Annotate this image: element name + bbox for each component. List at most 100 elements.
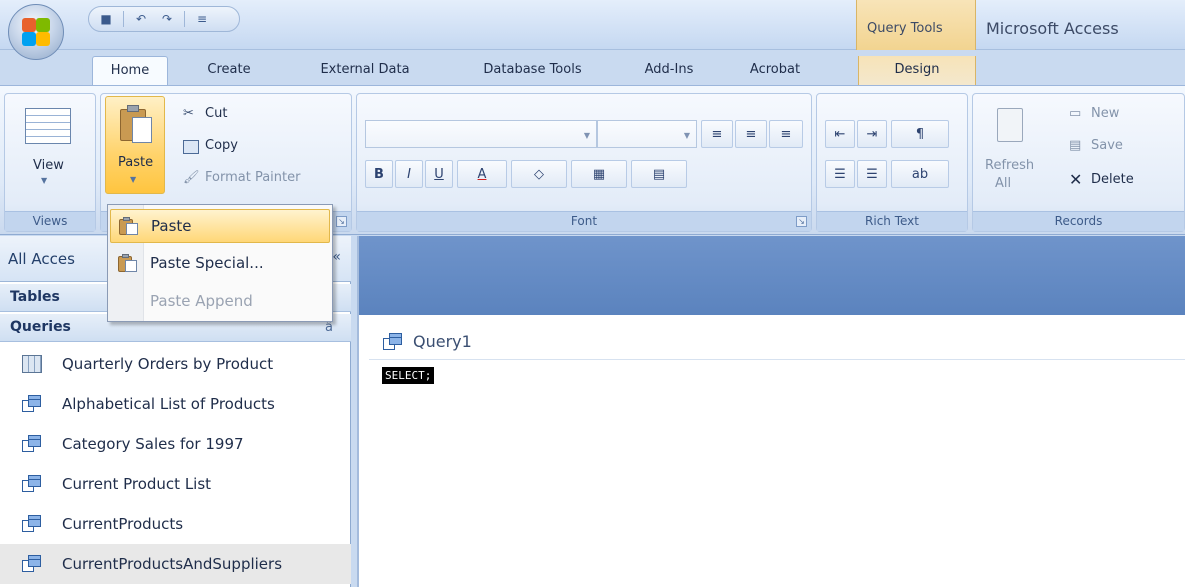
tab-acrobat[interactable]: Acrobat [725, 56, 825, 85]
list-item[interactable]: Quarterly Orders by Product [0, 344, 351, 384]
select-query-icon [22, 515, 42, 533]
rich-text-group: ⇤ ⇥ ¶ ☰ ☰ ab Rich Text [816, 93, 968, 232]
delete-button[interactable]: Delete [1091, 172, 1134, 187]
crosstab-query-icon [22, 355, 42, 373]
cut-button[interactable]: Cut [205, 106, 227, 121]
select-query-icon [22, 395, 42, 413]
font-color-button[interactable]: A [457, 160, 507, 188]
tab-external-data[interactable]: External Data [293, 56, 437, 85]
menu-item-label: Paste Append [150, 292, 253, 310]
select-query-icon [383, 333, 403, 351]
sql-editor-text[interactable]: SELECT; [382, 367, 435, 384]
gridlines-icon[interactable]: ▦ [571, 160, 627, 188]
fill-color-icon[interactable]: ◇ [511, 160, 567, 188]
records-group-label: Records [973, 211, 1184, 231]
rich-text-group-label: Rich Text [817, 211, 967, 231]
new-record-button[interactable]: New [1091, 106, 1119, 121]
list-item[interactable]: Category Sales for 1997 [0, 424, 351, 464]
list-item-selected[interactable]: CurrentProductsAndSuppliers [0, 544, 351, 584]
views-group: View ▼ Views [4, 93, 96, 232]
font-size-combo[interactable]: ▼ [597, 120, 697, 148]
query-document-tab[interactable]: Query1 [369, 322, 1185, 360]
bullets-icon[interactable]: ☰ [857, 160, 887, 188]
document-tab-label: Query1 [413, 332, 472, 351]
select-query-icon [22, 435, 42, 453]
list-item[interactable]: Alphabetical List of Products [0, 384, 351, 424]
refresh-all-sublabel: All [995, 176, 1012, 191]
menu-item-paste[interactable]: Paste [110, 209, 330, 243]
tab-design[interactable]: Design [858, 56, 976, 85]
refresh-all-button[interactable]: Refresh [985, 158, 1034, 173]
list-item[interactable]: CurrentProducts [0, 504, 351, 544]
shutter-bar-close-icon[interactable]: « [332, 249, 341, 265]
quick-access-toolbar: ■ ↶ ↷ ≡ [88, 6, 240, 32]
view-button[interactable]: View [33, 158, 64, 173]
bold-button[interactable]: B [365, 160, 393, 188]
list-item[interactable]: Current Product List [0, 464, 351, 504]
tab-home[interactable]: Home [92, 56, 168, 85]
decrease-indent-icon[interactable]: ⇤ [825, 120, 855, 148]
separator [123, 11, 124, 27]
nav-section-label: Queries [10, 319, 71, 335]
context-tab-group: Query Tools [856, 0, 976, 50]
format-painter-button[interactable]: Format Painter [205, 170, 300, 185]
office-button[interactable] [8, 4, 64, 60]
highlight-icon[interactable]: ab [891, 160, 949, 188]
numbering-icon[interactable]: ☰ [825, 160, 855, 188]
views-group-label: Views [5, 211, 95, 231]
chevron-down-icon: ▼ [683, 131, 690, 140]
align-right-icon[interactable]: ≡ [769, 120, 803, 148]
underline-button[interactable]: U [425, 160, 453, 188]
clipboard-dialog-launcher-icon[interactable]: ↘ [336, 216, 347, 227]
separator [184, 11, 185, 27]
menu-item-paste-special[interactable]: Paste Special... [110, 247, 330, 281]
copy-button[interactable]: Copy [205, 138, 238, 153]
font-name-combo[interactable]: ▼ [365, 120, 597, 148]
list-item-label: Alphabetical List of Products [62, 395, 275, 413]
tab-database-tools[interactable]: Database Tools [455, 56, 610, 85]
increase-indent-icon[interactable]: ⇥ [857, 120, 887, 148]
alternate-fill-icon[interactable]: ▤ [631, 160, 687, 188]
menu-item-label: Paste [151, 217, 192, 235]
document-area-header [359, 236, 1185, 315]
list-item-label: Quarterly Orders by Product [62, 355, 274, 373]
records-group: Refresh All ▭ New ▤ Save ✕ Delete Record… [972, 93, 1185, 232]
list-item-label: Category Sales for 1997 [62, 435, 244, 453]
tab-create[interactable]: Create [186, 56, 272, 85]
select-query-icon [22, 475, 42, 493]
cut-icon: ✂ [183, 106, 194, 121]
menu-item-paste-append[interactable]: Paste Append [110, 285, 330, 319]
nav-section-label: Tables [10, 289, 60, 305]
font-dialog-launcher-icon[interactable]: ↘ [796, 216, 807, 227]
list-item-label: CurrentProducts [62, 515, 184, 533]
redo-icon[interactable]: ↷ [158, 10, 176, 28]
paste-dropdown-arrow-icon[interactable]: ▼ [130, 175, 136, 184]
customize-icon[interactable]: ≡ [193, 10, 211, 28]
format-painter-icon: 🖌 [183, 170, 200, 185]
tab-add-ins[interactable]: Add-Ins [625, 56, 713, 85]
text-direction-icon[interactable]: ¶ [891, 120, 949, 148]
context-tab-group-label: Query Tools [867, 21, 943, 36]
italic-button[interactable]: I [395, 160, 423, 188]
paste-special-icon [118, 254, 138, 272]
align-left-icon[interactable]: ≡ [701, 120, 733, 148]
menu-item-label: Paste Special... [150, 254, 264, 272]
save-record-icon: ▤ [1069, 138, 1082, 153]
delete-icon: ✕ [1069, 170, 1083, 189]
font-group: ▼ ▼ ≡ ≡ ≡ B I U A ◇ ▦ ▤ Font ↘ [356, 93, 812, 232]
paste-icon [120, 105, 152, 143]
view-dropdown-arrow-icon[interactable]: ▼ [41, 176, 47, 185]
paste-button[interactable]: Paste ▼ [105, 96, 165, 194]
save-icon[interactable]: ■ [97, 10, 115, 28]
app-title: Microsoft Access [986, 19, 1119, 38]
select-query-icon [22, 555, 42, 573]
font-group-label: Font [357, 211, 811, 231]
refresh-icon [997, 108, 1023, 142]
align-center-icon[interactable]: ≡ [735, 120, 767, 148]
new-record-icon: ▭ [1069, 106, 1082, 121]
list-item-label: Current Product List [62, 475, 212, 493]
save-record-button[interactable]: Save [1091, 138, 1123, 153]
chevron-down-icon: ▼ [583, 131, 590, 140]
copy-icon [183, 140, 199, 154]
undo-icon[interactable]: ↶ [132, 10, 150, 28]
